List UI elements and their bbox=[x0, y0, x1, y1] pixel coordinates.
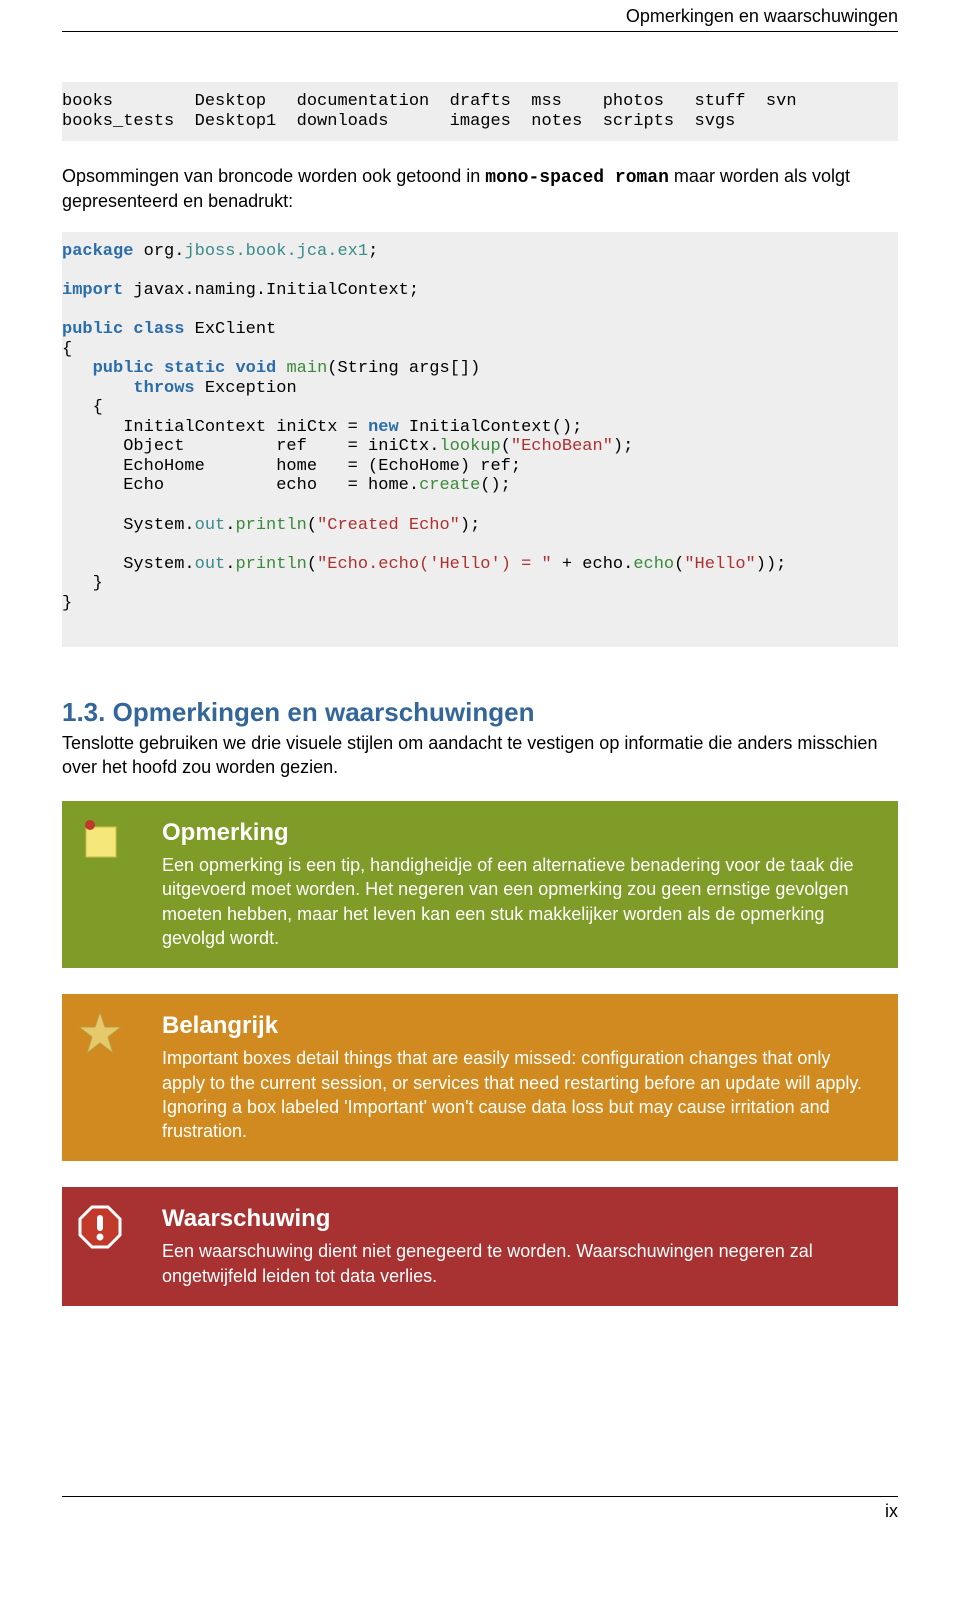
star-icon bbox=[76, 1010, 124, 1058]
note-icon bbox=[76, 817, 124, 865]
intro-mono: mono-spaced roman bbox=[485, 168, 669, 188]
important-title: Belangrijk bbox=[162, 1012, 874, 1040]
warning-body: Een waarschuwing dient niet genegeerd te… bbox=[162, 1239, 874, 1288]
intro-paragraph: Opsommingen van broncode worden ook geto… bbox=[62, 165, 898, 214]
intro-text-pre: Opsommingen van broncode worden ook geto… bbox=[62, 166, 485, 186]
admonition-note: Opmerking Een opmerking is een tip, hand… bbox=[62, 801, 898, 968]
warning-title: Waarschuwing bbox=[162, 1205, 874, 1233]
running-header: Opmerkingen en waarschuwingen bbox=[62, 0, 898, 32]
page-footer: ix bbox=[62, 1496, 898, 1522]
section-intro-text: Tenslotte gebruiken we drie visuele stij… bbox=[62, 732, 898, 779]
admonition-warning: Waarschuwing Een waarschuwing dient niet… bbox=[62, 1187, 898, 1306]
note-title: Opmerking bbox=[162, 819, 874, 847]
directory-listing: books Desktop documentation drafts mss p… bbox=[62, 82, 898, 141]
java-code-listing: package org.jboss.book.jca.ex1; import j… bbox=[62, 232, 898, 647]
admonition-important: Belangrijk Important boxes detail things… bbox=[62, 994, 898, 1161]
important-body: Important boxes detail things that are e… bbox=[162, 1046, 874, 1143]
page-number: ix bbox=[885, 1501, 898, 1521]
warning-icon bbox=[76, 1203, 124, 1251]
section-heading: 1.3. Opmerkingen en waarschuwingen bbox=[62, 697, 898, 728]
note-body: Een opmerking is een tip, handigheidje o… bbox=[162, 853, 874, 950]
